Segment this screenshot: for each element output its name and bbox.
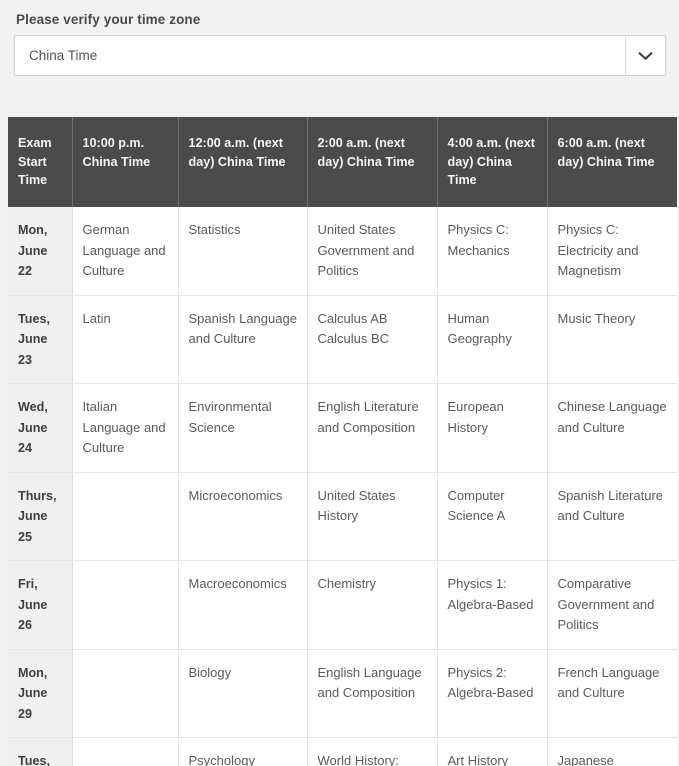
table-row: Fri, June 26 Macroeconomics Chemistry Ph… [8, 560, 677, 650]
exam-cell: United States History [307, 472, 438, 561]
exam-cell: Statistics [178, 207, 308, 296]
row-day-label: Tues, June 23 [8, 295, 73, 384]
exam-schedule-table-wrapper: Exam Start Time 10:00 p.m. China Time 12… [8, 117, 677, 766]
table-row: Thurs, June 25 Microeconomics United Sta… [8, 472, 677, 561]
row-day-label: Tues, June 30 [8, 737, 73, 766]
exam-cell: Environmental Science [178, 383, 308, 473]
exam-cell [72, 737, 179, 766]
exam-cell: Chemistry [307, 560, 438, 650]
exam-cell: Psychology [178, 737, 308, 766]
exam-cell: Art History [437, 737, 548, 766]
row-day-label: Fri, June 26 [8, 560, 73, 650]
exam-cell: Latin [72, 295, 179, 384]
exam-cell: Japanese Language and Culture [547, 737, 677, 766]
exam-cell [72, 649, 179, 738]
exam-cell: Physics C: Mechanics [437, 207, 548, 296]
exam-cell: World History: Modern [307, 737, 438, 766]
exam-cell: French Language and Culture [547, 649, 677, 738]
exam-cell [72, 560, 179, 650]
exam-cell: Human Geography [437, 295, 548, 384]
table-row: Wed, June 24 Italian Language and Cultur… [8, 383, 677, 473]
exam-cell: Physics C: Electricity and Magnetism [547, 207, 677, 296]
exam-cell: Physics 2: Algebra-Based [437, 649, 548, 738]
page-root: Please verify your time zone China Time … [0, 0, 679, 766]
exam-cell: Chinese Language and Culture [547, 383, 677, 473]
row-day-label: Wed, June 24 [8, 383, 73, 473]
table-row: Mon, June 29 Biology English Language an… [8, 649, 677, 738]
column-header-0200: 2:00 a.m. (next day) China Time [307, 117, 438, 207]
table-body: Mon, June 22 German Language and Culture… [8, 207, 677, 766]
row-day-label: Mon, June 22 [8, 207, 73, 296]
chevron-down-icon[interactable] [625, 36, 665, 75]
timezone-label: Please verify your time zone [16, 12, 201, 27]
column-header-2200: 10:00 p.m. China Time [72, 117, 179, 207]
table-row: Tues, June 30 Psychology World History: … [8, 737, 677, 766]
exam-cell: Music Theory [547, 295, 677, 384]
table-row: Tues, June 23 Latin Spanish Language and… [8, 295, 677, 384]
column-header-0000: 12:00 a.m. (next day) China Time [178, 117, 308, 207]
column-header-exam-start-time: Exam Start Time [8, 117, 73, 207]
timezone-select[interactable]: China Time [14, 35, 666, 76]
exam-cell: Spanish Language and Culture [178, 295, 308, 384]
row-day-label: Mon, June 29 [8, 649, 73, 738]
timezone-verify-block: Please verify your time zone China Time [14, 12, 666, 76]
exam-cell: Comparative Government and Politics [547, 560, 677, 650]
exam-schedule-table: Exam Start Time 10:00 p.m. China Time 12… [8, 117, 677, 766]
exam-cell: English Literature and Composition [307, 383, 438, 473]
exam-cell [72, 472, 179, 561]
exam-cell: Physics 1: Algebra-Based [437, 560, 548, 650]
exam-cell: Biology [178, 649, 308, 738]
exam-cell: English Language and Composition [307, 649, 438, 738]
exam-cell: Spanish Literature and Culture [547, 472, 677, 561]
column-header-0400: 4:00 a.m. (next day) China Time [437, 117, 548, 207]
exam-cell: Microeconomics [178, 472, 308, 561]
exam-cell: United States Government and Politics [307, 207, 438, 296]
table-row: Mon, June 22 German Language and Culture… [8, 207, 677, 296]
row-day-label: Thurs, June 25 [8, 472, 73, 561]
timezone-selected-value[interactable]: China Time [15, 36, 625, 75]
column-header-0600: 6:00 a.m. (next day) China Time [547, 117, 677, 207]
exam-cell: Computer Science A [437, 472, 548, 561]
exam-cell: Calculus AB Calculus BC [307, 295, 438, 384]
exam-cell: German Language and Culture [72, 207, 179, 296]
table-header-row: Exam Start Time 10:00 p.m. China Time 12… [8, 117, 677, 207]
table-header: Exam Start Time 10:00 p.m. China Time 12… [8, 117, 677, 207]
exam-cell: Macroeconomics [178, 560, 308, 650]
exam-cell: European History [437, 383, 548, 473]
exam-cell: Italian Language and Culture [72, 383, 179, 473]
